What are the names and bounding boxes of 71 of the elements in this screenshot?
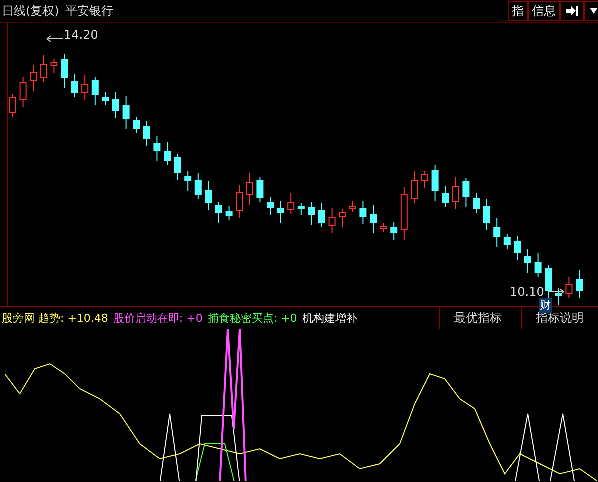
chart-title: 日线(复权) xyxy=(2,2,60,20)
candlestick xyxy=(164,142,171,166)
candlestick xyxy=(370,204,377,234)
candlestick xyxy=(216,202,222,224)
candlestick xyxy=(20,76,27,108)
buy-signal-line xyxy=(194,444,236,481)
stock-name: 平安银行 xyxy=(65,2,114,20)
candlestick xyxy=(494,218,501,248)
candlestick xyxy=(194,172,202,200)
candlestick xyxy=(112,92,120,118)
candlestick xyxy=(288,192,295,214)
candlestick xyxy=(30,64,38,92)
candlestick xyxy=(432,164,439,202)
candlestick xyxy=(318,202,326,228)
candlestick xyxy=(555,288,562,306)
candlestick xyxy=(92,76,99,106)
event-marker: 财 xyxy=(539,298,552,313)
candlestick xyxy=(277,200,284,224)
candlestick xyxy=(462,178,470,208)
candlestick xyxy=(524,248,532,274)
toolbar-button[interactable]: 信息 xyxy=(528,1,560,21)
candlestick xyxy=(349,200,356,212)
candlestick xyxy=(422,170,428,188)
indicator-legend: 股价启动在即: +0 xyxy=(113,310,203,326)
leader-line xyxy=(549,288,565,296)
candlestick xyxy=(102,92,110,106)
low-price-label: 10.10 xyxy=(510,285,544,299)
candlestick xyxy=(154,136,161,162)
candlestick xyxy=(143,120,150,146)
candlestick xyxy=(236,184,244,218)
candlestick xyxy=(246,172,254,206)
candlestick xyxy=(133,116,140,134)
candlestick xyxy=(298,202,305,216)
candlestick xyxy=(71,74,78,98)
candlestick xyxy=(411,170,418,204)
candlestick xyxy=(452,176,460,210)
candlestick xyxy=(61,54,68,88)
candlestick xyxy=(339,208,346,228)
candlestick xyxy=(40,54,48,82)
leader-line xyxy=(46,35,64,43)
indicator-legend: 股旁网 趋势: +10.48 xyxy=(2,310,108,326)
dropdown-icon[interactable] xyxy=(584,1,598,21)
candlestick xyxy=(10,94,16,118)
indicator-legend: 捕食秘密买点: +0 xyxy=(208,310,298,326)
high-price-label: 14.20 xyxy=(64,28,98,42)
candlestick xyxy=(50,58,58,74)
candlestick xyxy=(483,198,490,230)
candlestick xyxy=(504,234,511,250)
candlestick xyxy=(360,200,367,224)
candlestick xyxy=(205,180,212,210)
candlestick xyxy=(174,154,182,180)
candlestick xyxy=(82,74,89,100)
toolbar-button[interactable]: 指 xyxy=(508,1,528,21)
candlestick xyxy=(267,196,274,216)
candlestick xyxy=(473,192,480,214)
candlestick xyxy=(545,264,552,298)
candlestick xyxy=(534,252,542,278)
candlestick xyxy=(380,222,388,232)
candlestick xyxy=(308,202,316,226)
candlestick xyxy=(390,222,398,240)
candlestick xyxy=(442,186,450,208)
candlestick xyxy=(514,236,522,260)
candlestick xyxy=(328,208,336,234)
candlestick xyxy=(400,186,408,240)
candlestick xyxy=(122,96,130,130)
candlestick xyxy=(576,270,583,298)
indicator-legend: 机构建增补 xyxy=(302,310,358,326)
candlestick xyxy=(184,170,192,192)
candlestick xyxy=(226,206,233,220)
candlestick xyxy=(256,176,264,202)
candlestick xyxy=(566,276,573,298)
